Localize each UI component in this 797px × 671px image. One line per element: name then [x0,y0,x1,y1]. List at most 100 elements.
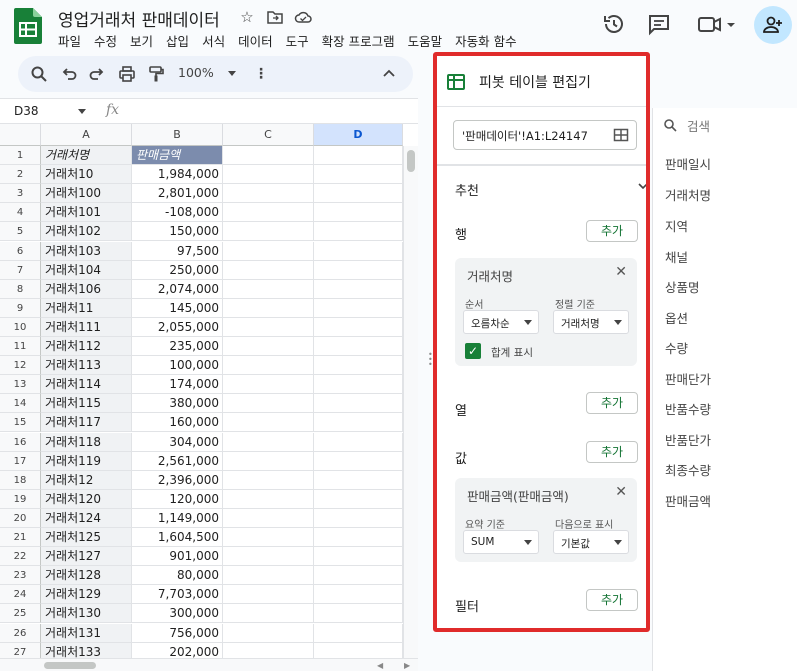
cell-sales-amount[interactable]: -108,000 [132,203,223,223]
scroll-right-icon[interactable]: ▶ [404,661,410,670]
cell-empty[interactable] [223,298,314,318]
row-header[interactable]: 20 [0,508,41,528]
cell-empty[interactable] [314,375,403,395]
field-item[interactable]: 판매일시 [665,154,711,173]
add-column-button[interactable]: 추가 [586,392,638,414]
row-header[interactable]: 21 [0,528,41,548]
cell-empty[interactable] [223,394,314,414]
cell-empty[interactable] [223,489,314,509]
column-header-a[interactable]: A [41,124,132,146]
column-header-d[interactable]: D [314,124,403,146]
cell-client-name[interactable]: 거래처111 [41,317,132,337]
cell-sales-amount[interactable]: 100,000 [132,356,223,376]
row-header[interactable]: 10 [0,317,41,337]
row-header[interactable]: 5 [0,222,41,242]
menu-help[interactable]: 도움말 [408,31,443,49]
show-as-select[interactable]: 기본값 [553,530,629,554]
select-range-icon[interactable] [613,127,629,143]
cell-client-name[interactable]: 거래처120 [41,489,132,509]
cell-client-name[interactable]: 거래처100 [41,184,132,204]
row-header[interactable]: 17 [0,451,41,471]
cell-empty[interactable] [223,356,314,376]
cell-empty[interactable] [223,547,314,567]
cloud-status-icon[interactable] [294,8,312,26]
cell-client-name[interactable]: 거래처118 [41,432,132,452]
cell-client-name[interactable]: 거래처130 [41,604,132,624]
zoom-select[interactable]: 100% [178,65,236,80]
cell-sales-amount[interactable]: 2,074,000 [132,279,223,299]
cell-empty[interactable] [223,222,314,242]
cell-empty[interactable] [314,260,403,280]
field-item[interactable]: 반품수량 [665,399,711,418]
field-item[interactable]: 판매단가 [665,369,711,388]
row-header[interactable]: 14 [0,394,41,414]
cell-empty[interactable] [314,165,403,185]
cell-client-name[interactable]: 거래처131 [41,623,132,643]
search-menus-icon[interactable] [30,65,48,83]
column-header-b[interactable]: B [132,124,223,146]
row-header[interactable]: 26 [0,623,41,643]
row-header[interactable]: 7 [0,260,41,280]
cell-client-name[interactable]: 거래처104 [41,260,132,280]
show-totals-checkbox[interactable]: ✓ [465,343,481,359]
menu-format[interactable]: 서식 [202,31,225,49]
cell-empty[interactable] [223,528,314,548]
cell-empty[interactable] [314,528,403,548]
cell-empty[interactable] [314,489,403,509]
document-title[interactable]: 영업거래처 판매데이터 [58,6,220,31]
cell-empty[interactable] [223,165,314,185]
scroll-thumb[interactable] [44,662,96,669]
cell-sales-amount[interactable]: 2,055,000 [132,317,223,337]
row-header[interactable]: 2 [0,165,41,185]
field-item[interactable]: 최종수량 [665,460,711,479]
horizontal-scrollbar[interactable]: ◀ ▶ [0,658,418,671]
menu-file[interactable]: 파일 [58,31,81,49]
cell-empty[interactable] [314,623,403,643]
cell-client-name[interactable]: 거래처117 [41,413,132,433]
cell-empty[interactable] [223,585,314,605]
cell-client-name[interactable]: 거래처115 [41,394,132,414]
cell-sales-amount[interactable]: 145,000 [132,298,223,318]
cell-empty[interactable] [223,508,314,528]
name-box[interactable]: D38 [14,104,86,118]
cell-empty[interactable] [314,413,403,433]
order-select[interactable]: 오름차순 [463,310,539,334]
version-history-icon[interactable] [602,12,626,36]
cell-sales-amount[interactable]: 304,000 [132,432,223,452]
cell-sales-amount[interactable]: 250,000 [132,260,223,280]
field-item[interactable]: 옵션 [665,308,688,327]
cell-empty[interactable] [314,585,403,605]
suggested-section[interactable]: 추천 [455,180,479,199]
field-item[interactable]: 반품단가 [665,430,711,449]
scroll-left-icon[interactable]: ◀ [377,661,383,670]
row-header[interactable]: 16 [0,432,41,452]
chevron-up-icon[interactable] [380,65,398,83]
add-filter-button[interactable]: 추가 [586,589,638,611]
row-header[interactable]: 15 [0,413,41,433]
cell-empty[interactable] [223,470,314,490]
cell-sales-amount[interactable]: 1,149,000 [132,508,223,528]
share-button[interactable] [754,6,792,44]
cell-empty[interactable] [223,279,314,299]
cell-sales-amount[interactable]: 2,396,000 [132,470,223,490]
cell-empty[interactable] [223,241,314,261]
summarize-by-select[interactable]: SUM [463,530,539,554]
cell-empty[interactable] [314,432,403,452]
sort-by-select[interactable]: 거래처명 [553,310,629,334]
cell-sales-amount[interactable]: 160,000 [132,413,223,433]
menu-tools[interactable]: 도구 [286,31,309,49]
chevron-down-icon[interactable] [637,180,649,192]
cell-empty[interactable] [314,317,403,337]
cell-empty[interactable] [223,566,314,586]
cell-empty[interactable] [223,451,314,471]
menu-view[interactable]: 보기 [130,31,153,49]
cell-empty[interactable] [223,146,314,166]
row-header[interactable]: 8 [0,279,41,299]
cell-empty[interactable] [314,508,403,528]
paint-format-icon[interactable] [147,65,165,83]
star-icon[interactable]: ☆ [238,8,256,26]
cell-a1[interactable]: 거래처명 [41,146,132,166]
cell-empty[interactable] [314,203,403,223]
scroll-thumb[interactable] [407,150,415,172]
field-item[interactable]: 수량 [665,338,688,357]
